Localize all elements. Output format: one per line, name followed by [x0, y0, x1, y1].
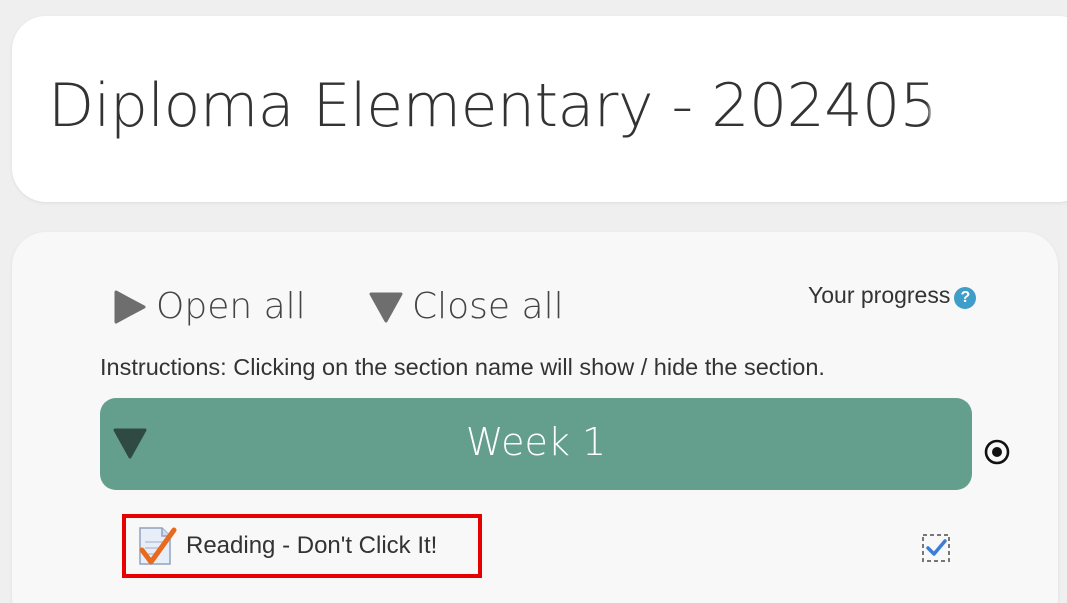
open-all-button[interactable]: Open all [112, 286, 306, 327]
activity-item[interactable]: Reading - Don't Click It! [122, 514, 482, 578]
close-all-label: Close all [412, 286, 564, 327]
section-title: Week 1 [465, 420, 607, 464]
completion-checkbox-icon[interactable] [920, 532, 952, 564]
section-header-week-1[interactable]: Week 1 [100, 398, 972, 490]
open-all-label: Open all [156, 286, 306, 327]
assignment-icon [139, 527, 177, 565]
triangle-right-icon [114, 290, 146, 323]
course-title: Diploma Elementary - 202405 [48, 71, 938, 141]
progress-label: Your progress [808, 282, 951, 308]
radio-dot-icon[interactable] [983, 438, 1011, 466]
course-page: Diploma Elementary - 202405 Open all Clo… [0, 0, 1067, 603]
progress-heading: Your progress ? [808, 282, 977, 309]
triangle-down-icon [369, 292, 403, 322]
help-icon[interactable]: ? [954, 286, 977, 309]
activity-label: Reading - Don't Click It! [186, 532, 438, 559]
redacted-area [930, 76, 1060, 156]
close-all-button[interactable]: Close all [368, 286, 564, 327]
instructions-text: Instructions: Clicking on the section na… [100, 354, 825, 380]
